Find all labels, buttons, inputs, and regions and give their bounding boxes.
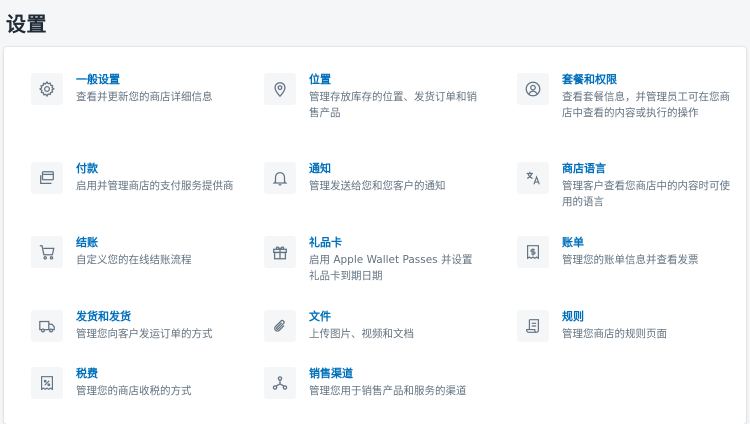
settings-item-title: 税费: [76, 367, 98, 380]
settings-item-desc: 启用并管理商店的支付服务提供商: [76, 180, 234, 192]
settings-item-sales-channels[interactable]: 销售渠道 管理您用于销售产品和服务的渠道: [264, 367, 524, 403]
settings-item-store-languages[interactable]: 商店语言 管理客户查看您商店中的内容时可使用的语言: [517, 162, 737, 212]
settings-item-desc: 管理您的商店收税的方式: [76, 385, 192, 397]
settings-item-legal[interactable]: 规则 管理您商店的规则页面: [517, 310, 737, 346]
paperclip-icon: [264, 310, 296, 342]
settings-item-general[interactable]: 一般设置 查看并更新您的商店详细信息: [31, 73, 251, 109]
settings-item-title: 通知: [309, 162, 331, 175]
settings-item-desc: 启用 Apple Wallet Passes 并设置礼品卡到期日期: [309, 254, 473, 282]
truck-icon: [31, 310, 63, 342]
settings-item-title: 礼品卡: [309, 236, 342, 249]
payment-cards-icon: [31, 162, 63, 194]
account-circle-icon: [517, 73, 549, 105]
settings-item-title: 位置: [309, 73, 331, 86]
settings-item-plan-permissions[interactable]: 套餐和权限 查看套餐信息，并管理员工可在您商店中查看的内容或执行的操作: [517, 73, 737, 139]
legal-scroll-icon: [517, 310, 549, 342]
settings-item-desc: 查看套餐信息，并管理员工可在您商店中查看的内容或执行的操作: [562, 91, 730, 119]
settings-item-desc: 管理客户查看您商店中的内容时可使用的语言: [562, 180, 730, 208]
settings-item-title: 套餐和权限: [562, 73, 617, 86]
settings-item-payments[interactable]: 付款 启用并管理商店的支付服务提供商: [31, 162, 251, 212]
settings-item-locations[interactable]: 位置 管理存放库存的位置、发货订单和销售产品: [264, 73, 484, 123]
settings-item-files[interactable]: 文件 上传图片、视频和文档: [264, 310, 484, 346]
settings-item-title: 付款: [76, 162, 98, 175]
settings-item-checkout[interactable]: 结账 自定义您的在线结账流程: [31, 236, 251, 272]
settings-item-billing[interactable]: 账单 管理您的账单信息并查看发票: [517, 236, 737, 272]
settings-item-desc: 管理存放库存的位置、发货订单和销售产品: [309, 91, 477, 119]
settings-item-desc: 管理您用于销售产品和服务的渠道: [309, 385, 467, 397]
page-title: 设置: [6, 12, 47, 36]
settings-item-title: 账单: [562, 236, 584, 249]
gear-icon: [31, 73, 63, 105]
gift-icon: [264, 236, 296, 268]
settings-item-title: 销售渠道: [309, 367, 353, 380]
billing-icon: [517, 236, 549, 268]
settings-item-shipping[interactable]: 发货和发货 管理您向客户发运订单的方式: [31, 310, 251, 346]
settings-item-title: 发货和发货: [76, 310, 131, 323]
settings-item-title: 商店语言: [562, 162, 606, 175]
bell-icon: [264, 162, 296, 194]
translate-icon: [517, 162, 549, 194]
settings-item-title: 一般设置: [76, 73, 120, 86]
channels-icon: [264, 367, 296, 399]
settings-item-desc: 上传图片、视频和文档: [309, 328, 414, 340]
settings-item-gift-cards[interactable]: 礼品卡 启用 Apple Wallet Passes 并设置礼品卡到期日期: [264, 236, 484, 286]
settings-item-notifications[interactable]: 通知 管理发送给您和您客户的通知: [264, 162, 484, 198]
settings-item-desc: 管理您商店的规则页面: [562, 328, 667, 340]
settings-item-desc: 自定义您的在线结账流程: [76, 254, 192, 266]
cart-icon: [31, 236, 63, 268]
settings-item-desc: 管理您的账单信息并查看发票: [562, 254, 699, 266]
settings-card: 一般设置 查看并更新您的商店详细信息 位置 管理存放库存的位置、发货订单和销售产…: [4, 47, 746, 424]
settings-item-desc: 管理发送给您和您客户的通知: [309, 180, 446, 192]
settings-item-desc: 查看并更新您的商店详细信息: [76, 91, 213, 103]
settings-item-taxes[interactable]: 税费 管理您的商店收税的方式: [31, 367, 251, 403]
settings-item-title: 结账: [76, 236, 98, 249]
location-pin-icon: [264, 73, 296, 105]
settings-item-title: 规则: [562, 310, 584, 323]
settings-item-desc: 管理您向客户发运订单的方式: [76, 328, 213, 340]
tax-receipt-icon: [31, 367, 63, 399]
settings-item-title: 文件: [309, 310, 331, 323]
